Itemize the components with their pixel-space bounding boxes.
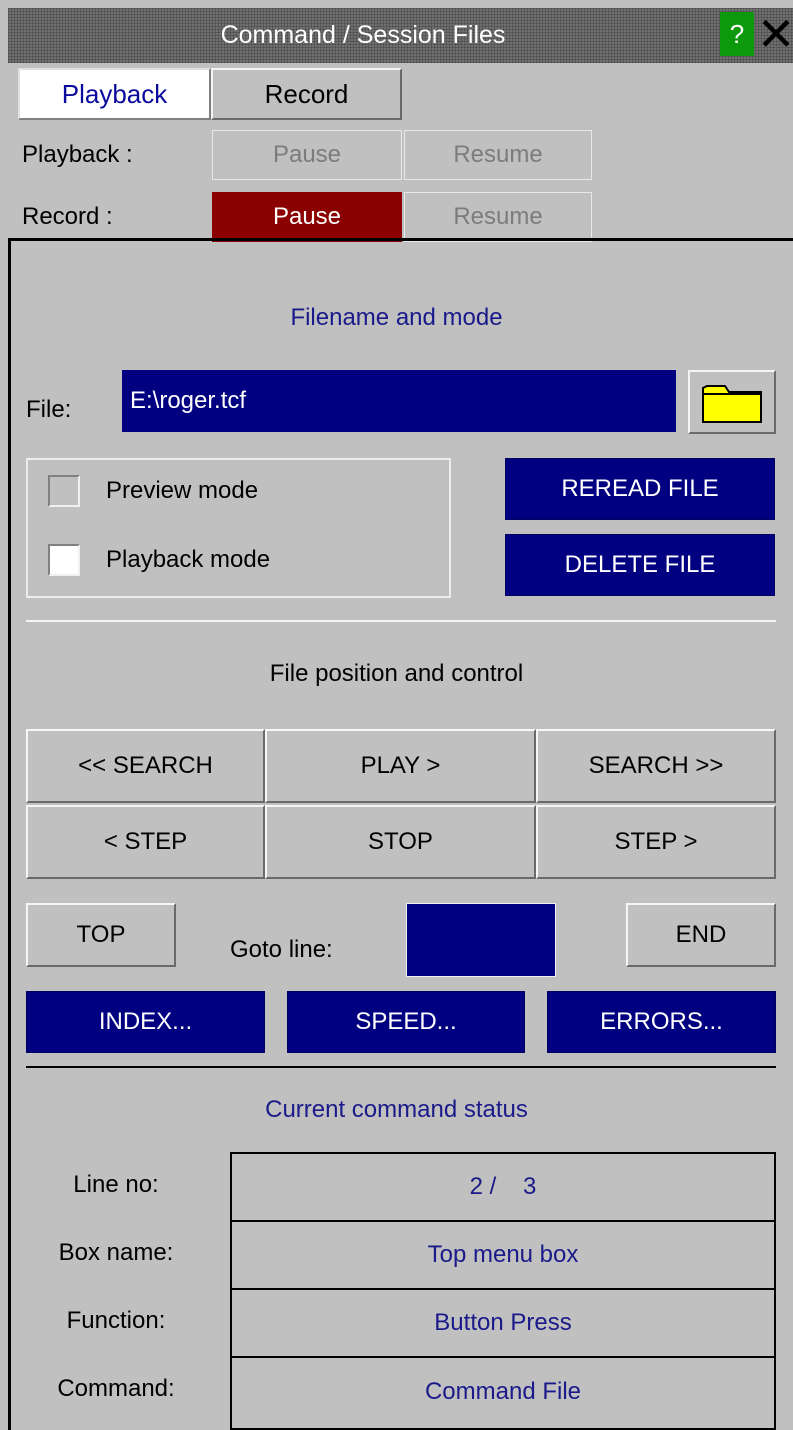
- status-section-title: Current command status: [265, 1096, 528, 1123]
- playback-pause-button[interactable]: Pause: [212, 130, 402, 180]
- preview-mode-label: Preview mode: [106, 477, 259, 504]
- box-name-value: Top menu box: [232, 1222, 774, 1290]
- title-bar[interactable]: Command / Session Files ? ✕: [8, 8, 793, 63]
- section-divider-dark: [26, 1066, 776, 1068]
- file-label: File:: [26, 396, 72, 423]
- line-no-value: 2 / 3: [232, 1154, 774, 1222]
- record-pause-button[interactable]: Pause: [212, 192, 402, 242]
- step-back-button[interactable]: < STEP: [26, 805, 265, 879]
- step-forward-button[interactable]: STEP >: [536, 805, 776, 879]
- section-divider: [26, 620, 776, 622]
- preview-mode-checkbox[interactable]: [48, 475, 80, 507]
- function-label: Function:: [66, 1307, 166, 1334]
- browse-file-button[interactable]: [688, 370, 776, 434]
- delete-file-button[interactable]: DELETE FILE: [505, 534, 775, 596]
- record-row-label: Record :: [22, 203, 113, 230]
- close-icon[interactable]: ✕: [756, 8, 793, 60]
- search-forward-button[interactable]: SEARCH >>: [536, 729, 776, 803]
- command-label: Command:: [57, 1375, 175, 1402]
- tab-record[interactable]: Record: [211, 68, 402, 120]
- reread-file-button[interactable]: REREAD FILE: [505, 458, 775, 520]
- file-input[interactable]: E:\roger.tcf: [122, 370, 676, 432]
- goto-line-label: Goto line:: [230, 936, 333, 963]
- position-section-title: File position and control: [269, 660, 524, 687]
- command-value: Command File: [424, 1378, 582, 1405]
- playback-mode-checkbox[interactable]: [48, 544, 80, 576]
- play-button[interactable]: PLAY >: [265, 729, 536, 803]
- box-name-label: Box name:: [58, 1239, 174, 1266]
- playback-row-label: Playback :: [22, 141, 133, 168]
- filename-section-title: Filename and mode: [290, 304, 503, 331]
- search-back-button[interactable]: << SEARCH: [26, 729, 265, 803]
- goto-line-input[interactable]: [406, 903, 556, 977]
- errors-button[interactable]: ERRORS...: [547, 991, 776, 1053]
- speed-button[interactable]: SPEED...: [287, 991, 525, 1053]
- help-button[interactable]: ?: [720, 12, 754, 56]
- function-value: Button Press: [232, 1290, 774, 1358]
- index-button[interactable]: INDEX...: [26, 991, 265, 1053]
- stop-button[interactable]: STOP: [265, 805, 536, 879]
- playback-mode-label: Playback mode: [106, 546, 271, 573]
- playback-resume-button[interactable]: Resume: [404, 130, 592, 180]
- end-button[interactable]: END: [626, 903, 776, 967]
- record-resume-button[interactable]: Resume: [404, 192, 592, 242]
- tab-playback[interactable]: Playback: [18, 68, 211, 120]
- top-button[interactable]: TOP: [26, 903, 176, 967]
- window-title: Command / Session Files: [220, 21, 506, 49]
- status-table: 2 / 3 Top menu box Button Press Command …: [230, 1152, 776, 1430]
- folder-icon: [702, 385, 762, 423]
- line-no-label: Line no:: [73, 1171, 159, 1198]
